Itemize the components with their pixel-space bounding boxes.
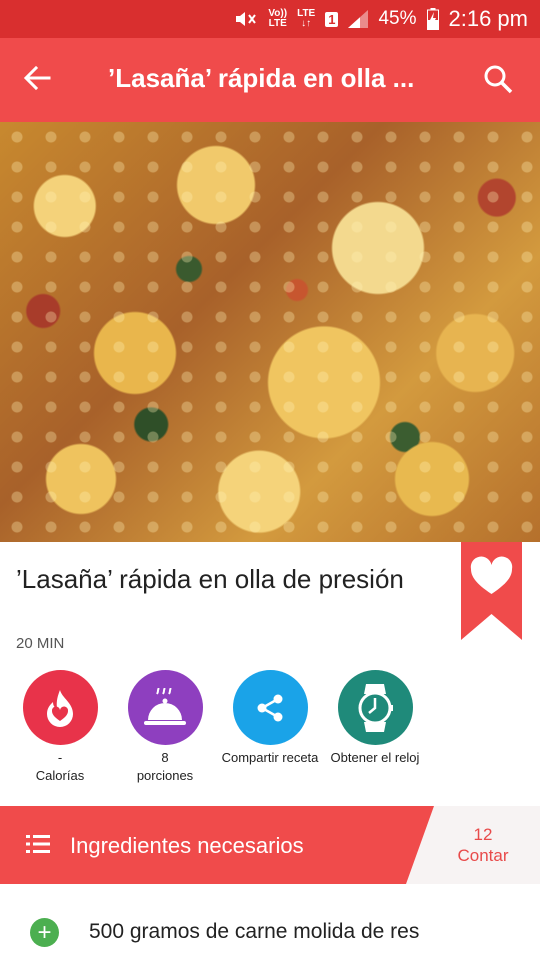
ingredients-count-label: Contar bbox=[457, 846, 509, 865]
share-label: Compartir receta bbox=[221, 750, 319, 765]
cloche-icon bbox=[144, 687, 186, 725]
share-circle[interactable] bbox=[232, 670, 308, 745]
recipe-photo bbox=[0, 122, 540, 542]
calories-label: Calorías bbox=[35, 768, 85, 783]
list-item: + 500 gramos de carne molida de res bbox=[0, 904, 540, 960]
calories-circle[interactable] bbox=[22, 670, 98, 745]
list-icon bbox=[26, 835, 50, 853]
share-icon bbox=[257, 694, 283, 721]
back-arrow-icon[interactable] bbox=[22, 63, 52, 93]
ingredients-header: Ingredientes necesarios 12 Contar bbox=[0, 806, 540, 884]
share-action[interactable]: Compartir receta bbox=[215, 670, 325, 767]
ingredient-text: 500 gramos de carne molida de res bbox=[89, 920, 420, 943]
recipe-actions: - Calorías 8 porciones Compartir receta … bbox=[0, 670, 540, 790]
battery-percent: 45% bbox=[378, 8, 417, 29]
app-bar: ’Lasaña’ rápida en olla ... bbox=[0, 38, 540, 122]
volte-bottom: LTE bbox=[268, 18, 287, 29]
servings-action[interactable]: 8 porciones bbox=[110, 670, 220, 785]
signal-icon bbox=[348, 10, 369, 28]
ingredients-title: Ingredientes necesarios bbox=[70, 833, 304, 858]
servings-label: porciones bbox=[136, 768, 194, 783]
calories-value: - bbox=[57, 750, 63, 765]
lte-indicator: LTE ↓↑ bbox=[297, 9, 315, 29]
sim-badge: 1 bbox=[325, 11, 339, 27]
add-ingredient-button[interactable]: + bbox=[30, 918, 59, 947]
status-bar: Vo)) LTE LTE ↓↑ 1 45% 2:16 pm bbox=[0, 0, 540, 38]
ingredients-count-number: 12 bbox=[473, 825, 493, 844]
calories-action[interactable]: - Calorías bbox=[5, 670, 115, 785]
favorite-bookmark[interactable] bbox=[461, 542, 522, 640]
servings-circle[interactable] bbox=[127, 670, 203, 745]
watch-action[interactable]: Obtener el reloj bbox=[320, 670, 430, 767]
lte-arrows: ↓↑ bbox=[301, 18, 312, 29]
ingredients-count: 12 Contar bbox=[406, 806, 540, 884]
battery-charging-icon bbox=[426, 8, 439, 30]
watch-icon bbox=[358, 683, 393, 732]
search-icon[interactable] bbox=[482, 63, 514, 95]
mute-icon bbox=[236, 12, 257, 26]
flame-heart-icon bbox=[47, 689, 73, 727]
watch-label: Obtener el reloj bbox=[330, 750, 420, 765]
app-bar-title: ’Lasaña’ rápida en olla ... bbox=[108, 63, 415, 93]
recipe-time: 20 MIN bbox=[16, 635, 65, 652]
status-icons: Vo)) LTE LTE ↓↑ 1 45% 2:16 pm bbox=[234, 0, 528, 38]
recipe-title: ’Lasaña’ rápida en olla de presión bbox=[16, 564, 404, 594]
volte-indicator: Vo)) LTE bbox=[268, 9, 287, 29]
servings-value: 8 bbox=[161, 750, 169, 765]
watch-circle[interactable] bbox=[337, 670, 413, 745]
clock: 2:16 pm bbox=[448, 6, 529, 31]
